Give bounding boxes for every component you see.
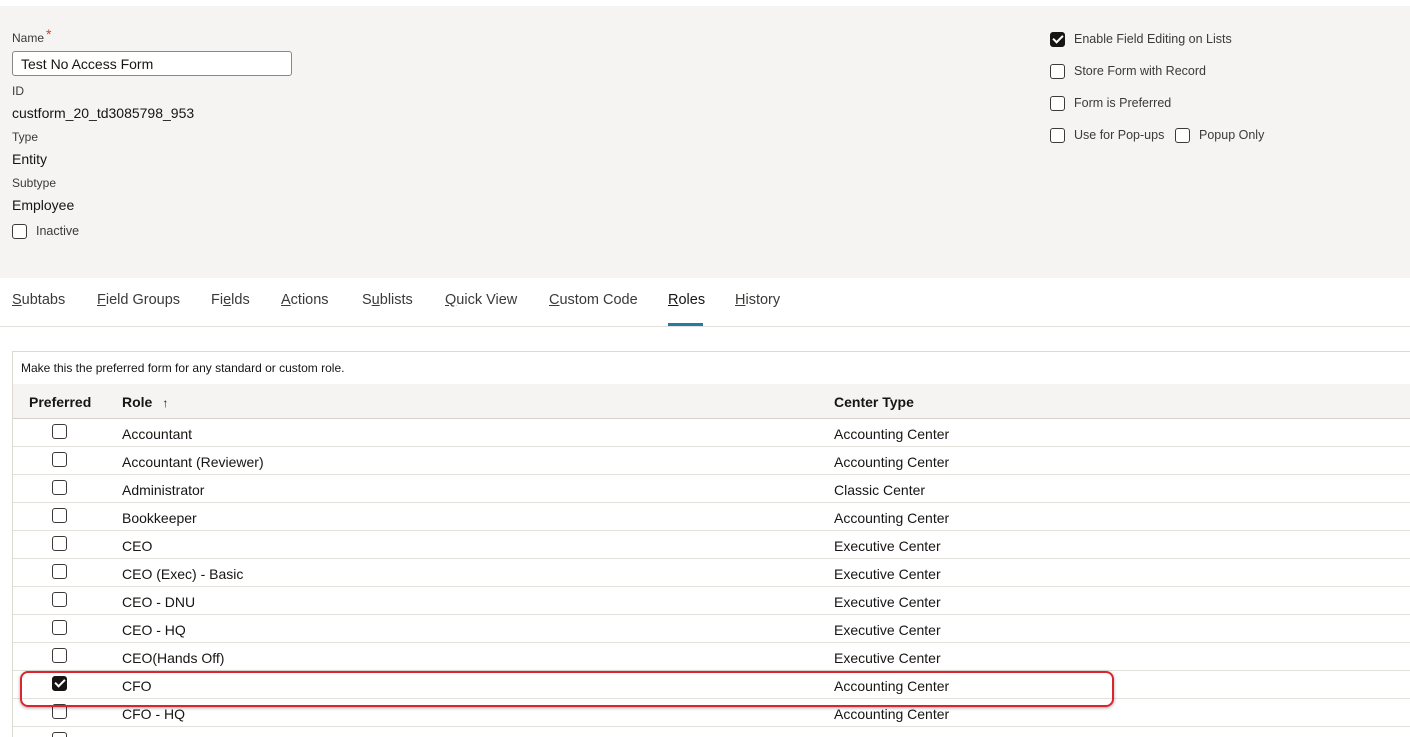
roles-table-note: Make this the preferred form for any sta… [21,361,345,375]
tab-sublists[interactable]: Sublists [362,292,413,308]
preferred-checkbox[interactable] [52,508,67,523]
preferred-checkbox[interactable] [52,648,67,663]
role-cell: CFO [122,678,152,694]
center-type-cell: Executive Center [834,538,941,554]
active-tab-indicator [668,323,703,326]
center-type-cell: Accounting Center [834,426,950,442]
table-row: CEO - HQ Executive Center [13,615,1410,643]
inactive-checkbox[interactable] [12,224,27,239]
tab-field-groups[interactable]: Field Groups [97,292,180,308]
type-label: Type [12,130,39,144]
subtab-bar: Subtabs Field Groups Fields Actions Subl… [0,278,1410,327]
column-header-role-label: Role [122,394,153,410]
id-value: custform_20_td3085798_953 [12,105,195,121]
subtype-value: Employee [12,197,75,213]
enable-field-editing-checkbox[interactable] [1050,32,1065,47]
role-cell: Accountant [122,426,193,442]
roles-table-header: Preferred Role ↑ Center Type [13,384,1410,419]
name-input[interactable] [12,51,292,76]
form-preferred-label: Form is Preferred [1074,96,1172,110]
tab-history[interactable]: History [735,292,780,308]
role-cell: CEO - DNU [122,594,196,610]
name-label: Name * [12,26,52,45]
table-row: CFO Accounting Center [13,671,1410,699]
tab-actions[interactable]: Actions [281,292,329,308]
form-preferred-checkbox[interactable] [1050,96,1065,111]
required-asterisk: * [46,26,52,42]
table-row: CFO - HQ Accounting Center [13,699,1410,727]
preferred-checkbox[interactable] [52,704,67,719]
preferred-checkbox[interactable] [52,732,67,737]
popup-only-label: Popup Only [1199,128,1265,142]
center-type-cell: Accounting Center [834,454,950,470]
table-row: CEO Executive Center [13,531,1410,559]
role-cell: Accountant (Reviewer) [122,454,264,470]
table-row: CEO - DNU Executive Center [13,587,1410,615]
column-header-preferred[interactable]: Preferred [29,394,91,410]
center-type-cell: Executive Center [834,622,941,638]
table-row [13,727,1410,737]
table-row: CEO(Hands Off) Executive Center [13,643,1410,671]
tab-roles[interactable]: Roles [668,292,705,308]
table-row: Accountant (Reviewer) Accounting Center [13,447,1410,475]
column-header-center-type[interactable]: Center Type [834,394,914,410]
preferred-checkbox[interactable] [52,480,67,495]
enable-field-editing-label: Enable Field Editing on Lists [1074,32,1232,46]
role-cell: Administrator [122,482,205,498]
table-row: Bookkeeper Accounting Center [13,503,1410,531]
preferred-checkbox[interactable] [52,620,67,635]
center-type-cell: Accounting Center [834,510,950,526]
table-row: Accountant Accounting Center [13,419,1410,447]
tab-subtabs[interactable]: Subtabs [12,292,65,308]
name-label-text: Name [12,31,45,45]
tab-custom-code[interactable]: Custom Code [549,292,638,308]
role-cell: CFO - HQ [122,706,185,722]
type-value: Entity [12,151,48,167]
form-header-panel [0,6,1410,278]
subtype-label: Subtype [12,176,57,190]
use-popups-label: Use for Pop-ups [1074,128,1165,142]
inactive-label: Inactive [36,224,80,238]
tab-fields[interactable]: Fields [211,292,250,308]
center-type-cell: Executive Center [834,650,941,666]
preferred-checkbox[interactable] [52,564,67,579]
role-cell: Bookkeeper [122,510,197,526]
column-header-role[interactable]: Role ↑ [122,394,168,410]
preferred-checkbox[interactable] [52,452,67,467]
tab-quick-view[interactable]: Quick View [445,292,517,308]
role-cell: CEO(Hands Off) [122,650,225,666]
preferred-checkbox[interactable] [52,676,67,691]
role-cell: CEO [122,538,153,554]
role-cell: CEO (Exec) - Basic [122,566,244,582]
center-type-cell: Executive Center [834,594,941,610]
store-form-checkbox[interactable] [1050,64,1065,79]
role-cell: CEO - HQ [122,622,186,638]
use-popups-checkbox[interactable] [1050,128,1065,143]
preferred-checkbox[interactable] [52,536,67,551]
table-row: CEO (Exec) - Basic Executive Center [13,559,1410,587]
id-label: ID [12,84,24,98]
store-form-label: Store Form with Record [1074,64,1206,78]
center-type-cell: Classic Center [834,482,926,498]
center-type-cell: Accounting Center [834,678,950,694]
center-type-cell: Accounting Center [834,706,950,722]
table-row: Administrator Classic Center [13,475,1410,503]
popup-only-checkbox[interactable] [1175,128,1190,143]
sort-ascending-icon: ↑ [162,396,169,410]
center-type-cell: Executive Center [834,566,941,582]
preferred-checkbox[interactable] [52,424,67,439]
preferred-checkbox[interactable] [52,592,67,607]
